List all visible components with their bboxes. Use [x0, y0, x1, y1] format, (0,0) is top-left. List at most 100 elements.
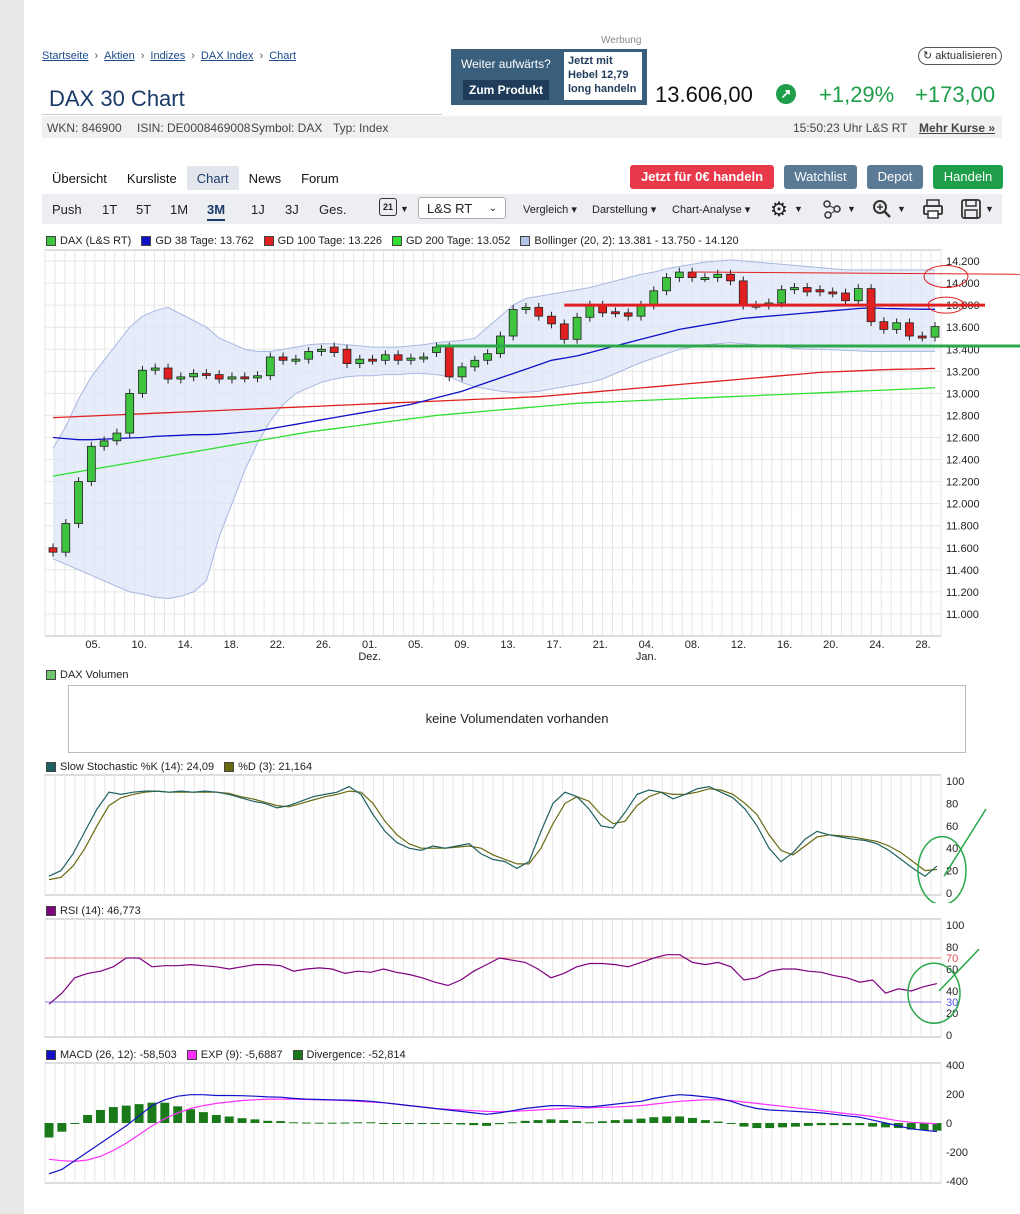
candle-body	[457, 366, 467, 378]
range-5t[interactable]: 5T	[136, 202, 151, 217]
save-icon[interactable]	[960, 198, 982, 220]
legend-item: RSI (14): 46,773	[46, 905, 141, 917]
divergence-bar	[186, 1109, 196, 1123]
legend-swatch	[391, 236, 402, 246]
tab-kursliste[interactable]: Kursliste	[117, 166, 187, 190]
depot-button[interactable]: Depot	[867, 165, 923, 189]
divergence-bar	[263, 1120, 273, 1123]
x-tick-label: 16.	[777, 639, 792, 651]
main-legend: DAX (L&S RT) GD 38 Tage: 13.762 GD 100 T…	[46, 235, 739, 247]
type: Typ: Index	[333, 121, 389, 135]
breadcrumb-indizes[interactable]: Indizes	[150, 50, 185, 62]
candle-body	[214, 374, 224, 380]
divergence-bar	[417, 1123, 427, 1124]
tab-news[interactable]: News	[239, 166, 292, 190]
ad-banner[interactable]: Weiter aufwärts? Zum Produkt Jetzt mit H…	[451, 49, 647, 105]
tab-chart[interactable]: Chart	[186, 166, 239, 190]
caret-down-icon[interactable]: ▼	[400, 204, 409, 214]
divergence-bar	[108, 1107, 118, 1123]
legend-label: Bollinger (20, 2): 13.381 - 13.750 - 14.…	[534, 235, 739, 247]
candle-body	[674, 271, 684, 278]
divergence-bar	[778, 1123, 788, 1128]
ad-product-button[interactable]: Zum Produkt	[463, 80, 549, 100]
x-tick-label: 21.	[593, 639, 608, 651]
breadcrumb-chart[interactable]: Chart	[269, 50, 296, 62]
candle-body	[342, 348, 352, 364]
divergence-bar	[340, 1122, 350, 1124]
refresh-button[interactable]: ↻ aktualisieren	[918, 47, 1002, 65]
trade-free-button[interactable]: Jetzt für 0€ handeln	[630, 165, 774, 189]
caret-down-icon[interactable]: ▼	[847, 204, 856, 214]
y-tick-label: 13.600	[946, 322, 980, 334]
range-ges[interactable]: Ges.	[319, 202, 346, 217]
more-quotes-link[interactable]: Mehr Kurse »	[919, 121, 995, 135]
candle-body	[419, 356, 429, 360]
x-tick-label: 13.	[500, 639, 515, 651]
divergence-bar	[649, 1117, 659, 1123]
legend-item: GD 38 Tage: 13.762	[141, 235, 254, 247]
tab-forum[interactable]: Forum	[291, 166, 349, 190]
caret-down-icon[interactable]: ▼	[985, 204, 994, 214]
legend-label: EXP (9): -5,6887	[200, 1049, 283, 1061]
candle-body	[585, 304, 595, 318]
x-tick-label: 05.	[85, 639, 100, 651]
candle-body	[521, 306, 531, 310]
breadcrumb-aktien[interactable]: Aktien	[104, 50, 135, 62]
divergence-bar	[70, 1123, 80, 1124]
caret-down-icon[interactable]: ▼	[794, 204, 803, 214]
calendar-icon[interactable]: 21	[379, 198, 397, 216]
legend-label: GD 38 Tage: 13.762	[155, 235, 254, 247]
candle-body	[317, 348, 326, 352]
divergence-bar	[289, 1122, 299, 1124]
exchange-select[interactable]: L&S RT ⌄	[418, 197, 506, 219]
candle-body	[48, 547, 58, 553]
range-push[interactable]: Push	[52, 202, 82, 217]
divergence-bar	[765, 1123, 775, 1129]
range-1m[interactable]: 1M	[170, 202, 188, 217]
candle-body	[329, 346, 339, 353]
analysis-dropdown[interactable]: Chart-Analyse ▾	[672, 203, 750, 216]
chevron-right-icon: ›	[259, 50, 264, 62]
x-tick-label: 18.	[224, 639, 239, 651]
y-tick-label: 100	[946, 920, 964, 932]
print-icon[interactable]	[922, 198, 944, 220]
indicator-icon[interactable]	[822, 199, 842, 219]
y-tick-label: 13.000	[946, 388, 980, 400]
y-tick-label: 40	[946, 986, 958, 998]
y-tick-label: -400	[946, 1176, 968, 1188]
zoom-in-icon[interactable]	[872, 199, 892, 219]
tab-uebersicht[interactable]: Übersicht	[42, 166, 117, 190]
range-1j[interactable]: 1J	[251, 202, 265, 217]
range-1t[interactable]: 1T	[102, 202, 117, 217]
caret-down-icon[interactable]: ▼	[897, 204, 906, 214]
candle-body	[879, 321, 889, 330]
candle-body	[304, 351, 314, 360]
breadcrumb-dax-index[interactable]: DAX Index	[201, 50, 254, 62]
candle-body	[534, 306, 544, 317]
ad-box-line: Hebel 12,79	[568, 69, 629, 81]
candle-body	[291, 358, 301, 362]
y-tick-label: 11.400	[946, 565, 979, 577]
display-dropdown[interactable]: Darstellung ▾	[592, 203, 656, 216]
handeln-button[interactable]: Handeln	[933, 165, 1003, 189]
range-3m[interactable]: 3M	[207, 200, 226, 221]
gear-icon[interactable]: ⚙	[770, 197, 788, 222]
stochastic-chart[interactable]: 0 20 40 60 80 100	[24, 773, 1020, 903]
divergence-bar	[211, 1115, 221, 1123]
divergence-bar	[224, 1116, 234, 1123]
divergence-bar	[623, 1119, 633, 1123]
legend-label: DAX (L&S RT)	[60, 235, 132, 247]
rsi-chart[interactable]: 0203040607080100	[24, 917, 1020, 1045]
watchlist-button[interactable]: Watchlist	[784, 165, 857, 189]
candle-body	[508, 309, 518, 337]
price-chart[interactable]: 11.00011.20011.40011.60011.80012.00012.2…	[24, 248, 1020, 668]
range-3j[interactable]: 3J	[285, 202, 299, 217]
compare-dropdown[interactable]: Vergleich ▾	[523, 203, 577, 216]
breadcrumb-startseite[interactable]: Startseite	[42, 50, 88, 62]
candle-body	[74, 481, 83, 524]
y-tick-label: 12.600	[946, 432, 980, 444]
divergence-bar	[726, 1123, 736, 1124]
candle-body	[828, 291, 838, 295]
candle-body	[355, 358, 365, 364]
macd-chart[interactable]: -400 -200 0 200 400	[24, 1061, 1020, 1191]
